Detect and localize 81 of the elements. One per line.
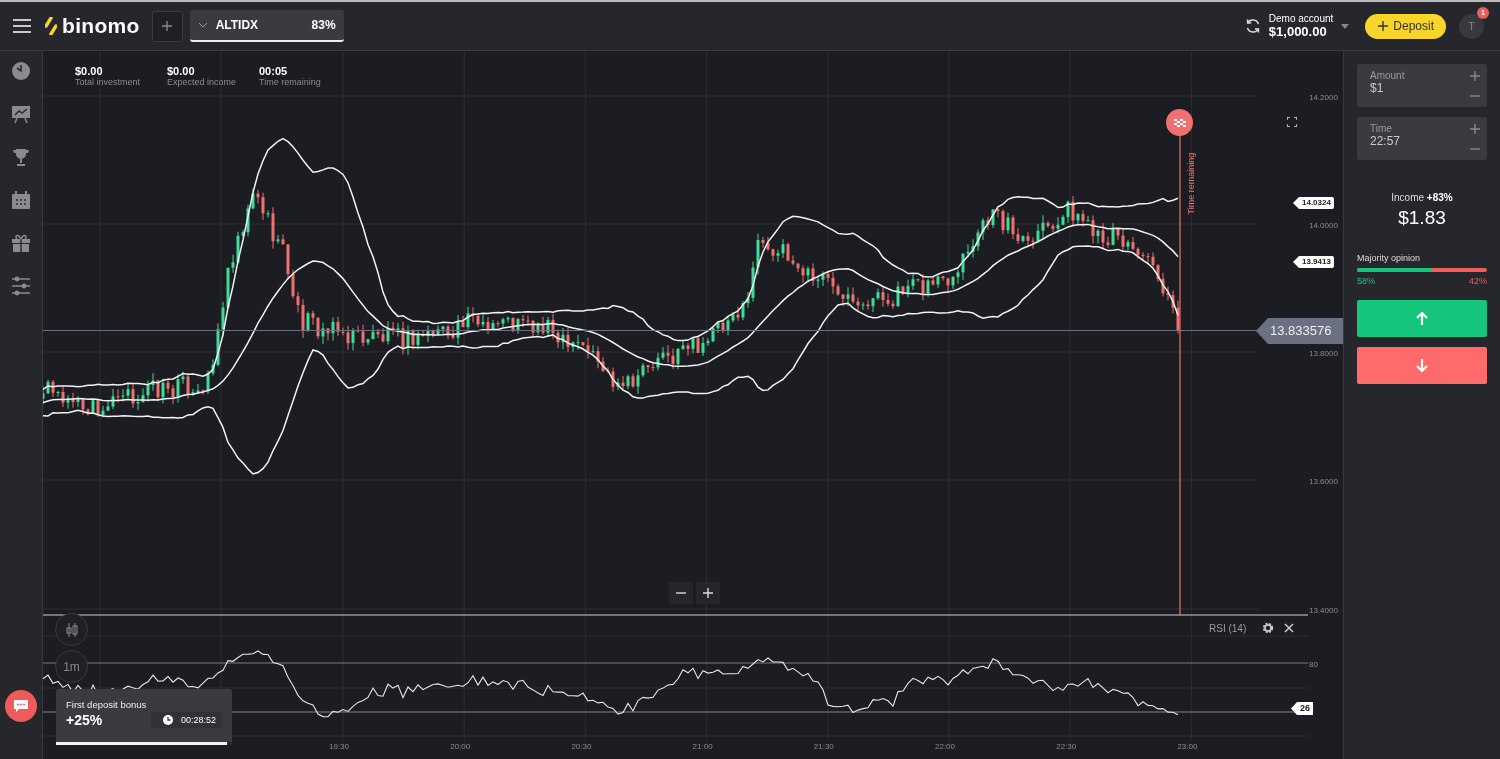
chart-type-button[interactable]: [55, 613, 88, 646]
time-axis-label: 23:00: [1177, 742, 1198, 751]
stat-value: 00:05: [259, 65, 289, 77]
time-axis-label: 20:30: [571, 742, 592, 751]
close-icon[interactable]: [1284, 623, 1295, 633]
logo-text: binomo: [62, 14, 140, 38]
income-value: $1.83: [1397, 207, 1447, 229]
expiry-marker[interactable]: [1166, 109, 1193, 136]
rsi-value-tag: 26: [1291, 702, 1313, 715]
asset-name: ALTIDX: [215, 18, 260, 32]
arrow-down-icon: [1416, 359, 1428, 372]
time-axis-label: 21:30: [813, 742, 834, 751]
time-field[interactable]: Time 22:57: [1357, 117, 1487, 160]
caret-icon[interactable]: [1341, 23, 1350, 29]
gift-icon[interactable]: [11, 233, 31, 253]
stat-label: Time remaining: [259, 77, 322, 87]
price-axis-label: 14.0000: [1309, 221, 1338, 230]
plus-icon[interactable]: [1469, 70, 1481, 82]
rsi-axis-label: 80: [1309, 660, 1318, 669]
bonus-value: +25%: [66, 712, 103, 728]
zoom-out-button[interactable]: [669, 582, 693, 604]
stat-label: Total investment: [75, 77, 142, 87]
plus-icon: [161, 20, 174, 32]
field-value: $1: [1370, 81, 1385, 95]
time-axis-label: 19:30: [329, 742, 350, 751]
chat-button[interactable]: [5, 690, 37, 722]
price-tag: 14.0324: [1293, 197, 1334, 209]
bonus-title: First deposit bonus: [66, 699, 148, 710]
chat-icon: [13, 699, 29, 713]
asset-tab[interactable]: ALTIDX 83%: [189, 10, 344, 42]
fullscreen-icon[interactable]: [1287, 117, 1297, 127]
zoom-in-button[interactable]: [696, 582, 720, 604]
account-balance: $1,000.00: [1268, 24, 1328, 39]
notification-badge: 1: [1477, 6, 1489, 19]
expiry-label: Time remaining: [1185, 151, 1196, 215]
refresh-icon[interactable]: [1244, 18, 1261, 34]
sliders-icon[interactable]: [11, 276, 31, 296]
trophy-icon[interactable]: [11, 147, 31, 167]
price-tag: 13.9413: [1293, 256, 1334, 268]
indicator-name: RSI (14): [1209, 622, 1247, 634]
field-label: Time: [1370, 123, 1393, 134]
stat-label: Expected income: [167, 77, 238, 87]
stat-value: $0.00: [75, 65, 104, 77]
up-percent: 58%: [1357, 276, 1375, 286]
settings-icon[interactable]: [1262, 622, 1275, 634]
amount-field[interactable]: Amount $1: [1357, 64, 1487, 107]
price-axis-label: 14.2000: [1309, 93, 1338, 102]
stat-value: $0.00: [167, 65, 196, 77]
add-asset-button[interactable]: [151, 10, 183, 42]
time-axis-label: 20:00: [450, 742, 471, 751]
checkered-flag-icon: [1173, 118, 1186, 127]
clock-icon: [162, 715, 173, 725]
clock-icon[interactable]: [11, 61, 31, 81]
price-axis-label: 13.4000: [1309, 606, 1338, 615]
field-label: Amount: [1370, 70, 1405, 81]
timer-text: 00:28:52: [180, 715, 216, 725]
menu-icon[interactable]: [13, 19, 31, 33]
price-axis-label: 13.8000: [1309, 349, 1338, 358]
interval-button[interactable]: 1m: [55, 650, 88, 683]
account-label: Demo account: [1268, 13, 1334, 24]
down-percent: 42%: [1469, 276, 1487, 286]
asset-payout: 83%: [311, 18, 336, 32]
plus-icon[interactable]: [1469, 123, 1481, 135]
deposit-button[interactable]: Deposit: [1365, 13, 1446, 39]
logo-bolt-icon: [45, 17, 57, 35]
chart-board-icon[interactable]: [11, 104, 31, 124]
time-axis-label: 21:00: [692, 742, 713, 751]
income-label: Income +83%: [1390, 192, 1454, 203]
majority-title: Majority opinion: [1357, 253, 1422, 263]
plus-icon: [1377, 20, 1390, 32]
candlestick-icon: [65, 622, 78, 637]
price-axis-label: 13.6000: [1309, 477, 1338, 486]
current-price-tag: 13.833576: [1256, 318, 1343, 344]
bonus-card[interactable]: First deposit bonus +25% 00:28:52: [56, 689, 232, 745]
arrow-up-icon: [1416, 312, 1428, 325]
plus-icon: [702, 587, 714, 599]
time-axis-label: 22:30: [1056, 742, 1077, 751]
time-axis-label: 22:00: [935, 742, 956, 751]
calendar-icon[interactable]: [11, 190, 31, 210]
field-value: 22:57: [1370, 134, 1401, 148]
chevron-down-icon: [197, 22, 208, 28]
